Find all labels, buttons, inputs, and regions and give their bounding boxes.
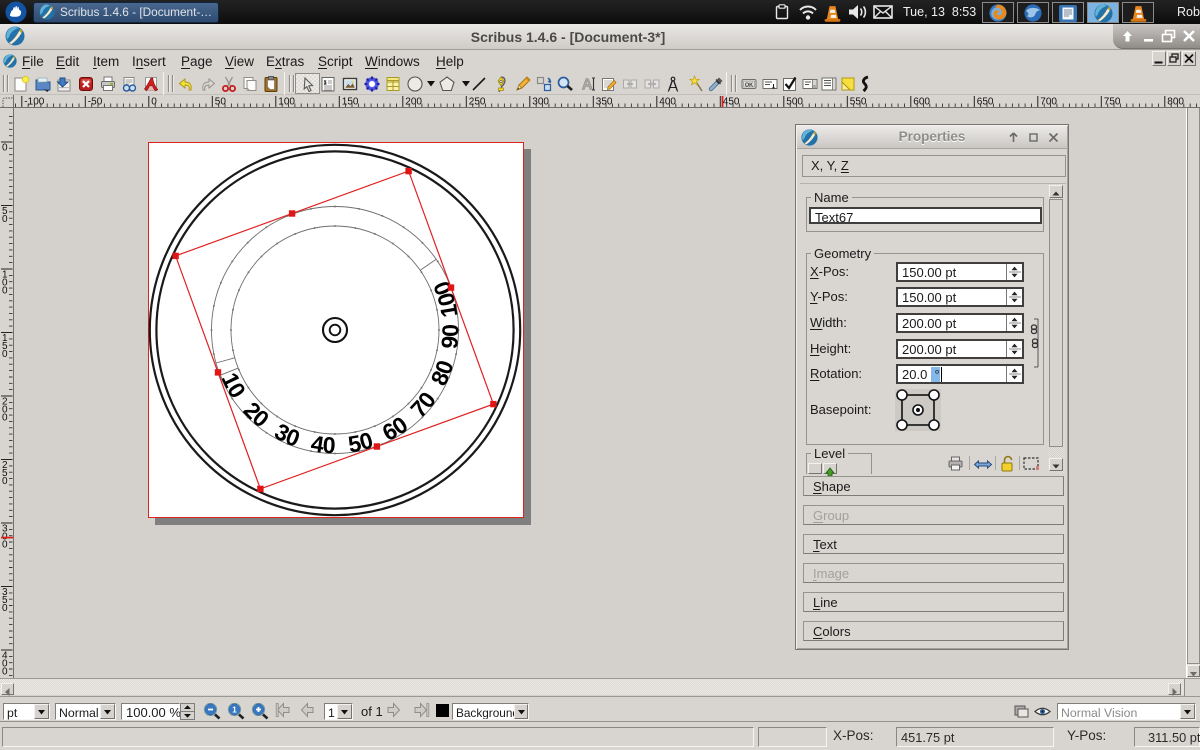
svg-text:150: 150: [342, 97, 359, 108]
svg-text:750: 750: [1104, 97, 1121, 108]
svg-text:350: 350: [596, 97, 613, 108]
svg-text:0: 0: [437, 324, 463, 337]
svg-text:0: 0: [322, 432, 336, 459]
svg-text:300: 300: [532, 97, 549, 108]
svg-text:-50: -50: [88, 97, 103, 108]
svg-text:550: 550: [850, 97, 867, 108]
svg-text:100: 100: [278, 97, 295, 108]
svg-text:-100: -100: [24, 97, 44, 108]
svg-text:650: 650: [977, 97, 994, 108]
svg-text:450: 450: [723, 97, 740, 108]
svg-text:0: 0: [2, 286, 8, 297]
svg-text:0: 0: [151, 97, 157, 108]
svg-text:500: 500: [786, 97, 803, 108]
svg-text:0: 0: [2, 349, 8, 360]
svg-text:0: 0: [2, 667, 8, 678]
svg-text:0: 0: [2, 143, 8, 154]
svg-text:250: 250: [469, 97, 486, 108]
svg-text:400: 400: [659, 97, 676, 108]
svg-text:0: 0: [2, 540, 8, 551]
svg-text:50: 50: [215, 97, 227, 108]
svg-text:OK: OK: [745, 82, 753, 88]
svg-text:0: 0: [2, 603, 8, 614]
svg-text:1: 1: [232, 706, 237, 715]
svg-text:600: 600: [913, 97, 930, 108]
svg-text:800: 800: [1167, 97, 1184, 108]
svg-text:0: 0: [2, 413, 8, 424]
svg-text:0: 0: [2, 214, 8, 225]
svg-text:700: 700: [1040, 97, 1057, 108]
svg-text:200: 200: [405, 97, 422, 108]
svg-text:0: 0: [2, 476, 8, 487]
